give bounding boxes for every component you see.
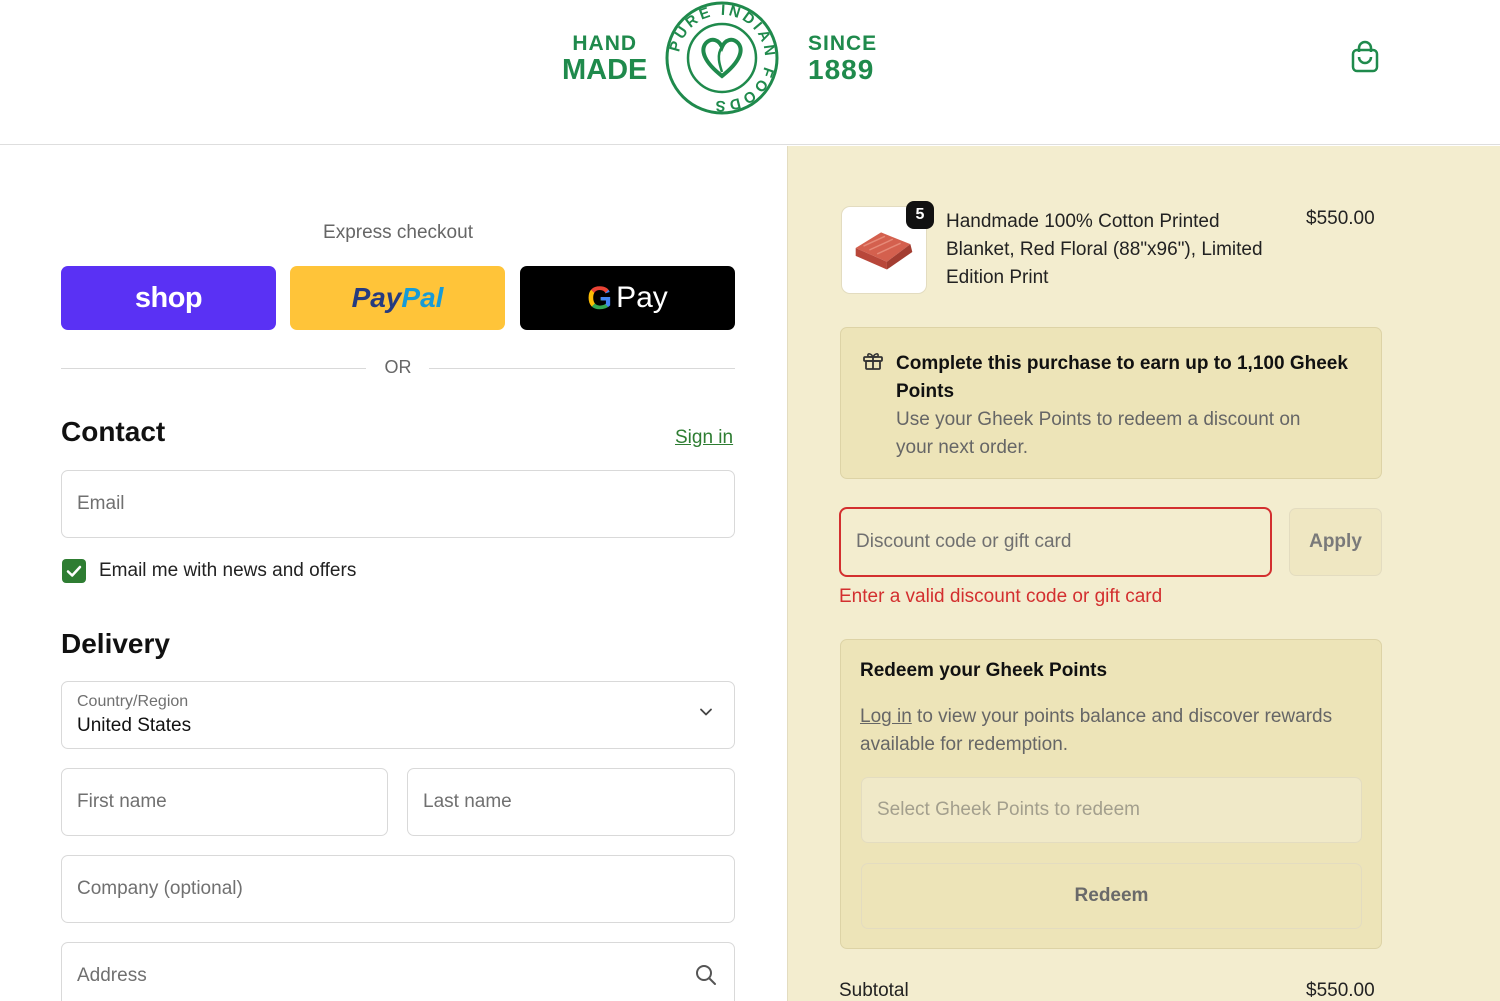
redeem-points-panel: Redeem your Gheek Points Log in to view … <box>840 639 1382 949</box>
quantity-badge: 5 <box>906 201 934 229</box>
email-placeholder: Email <box>77 493 125 514</box>
points-earn-banner: Complete this purchase to earn up to 1,1… <box>840 327 1382 479</box>
gift-icon <box>863 353 883 370</box>
search-icon <box>696 965 716 985</box>
product-price: $550.00 <box>1306 208 1375 229</box>
first-name-placeholder: First name <box>77 791 167 812</box>
last-name-field[interactable]: Last name <box>407 768 735 836</box>
address-field[interactable]: Address <box>61 942 735 1001</box>
redeem-points-select[interactable]: Select Gheek Points to redeem <box>861 777 1362 843</box>
paypal-label-a: Pay <box>351 282 402 313</box>
chevron-down-icon <box>700 708 712 716</box>
delivery-title: Delivery <box>61 628 170 659</box>
site-header: HAND MADE PURE INDIAN FOODS SINCE 1889 <box>0 0 1500 145</box>
logo-seal-icon[interactable]: PURE INDIAN FOODS <box>664 0 780 116</box>
last-name-placeholder: Last name <box>423 791 512 812</box>
points-earn-subtitle: Use your Gheek Points to redeem a discou… <box>896 409 1301 458</box>
redeem-button[interactable]: Redeem <box>861 863 1362 929</box>
points-earn-title: Complete this purchase to earn up to 1,1… <box>896 353 1348 402</box>
express-checkout-label: Express checkout <box>323 222 473 243</box>
discount-error-message: Enter a valid discount code or gift card <box>839 586 1163 607</box>
newsletter-label: Email me with news and offers <box>99 560 357 581</box>
redeem-title: Redeem your Gheek Points <box>860 660 1108 681</box>
first-name-field[interactable]: First name <box>61 768 388 836</box>
redeem-description: Log in to view your points balance and d… <box>860 703 1370 759</box>
shop-pay-button[interactable]: shop <box>61 266 276 330</box>
address-placeholder: Address <box>77 965 147 986</box>
google-pay-button[interactable]: G Pay <box>520 266 735 330</box>
discount-code-input[interactable]: Discount code or gift card <box>839 507 1272 577</box>
company-placeholder: Company (optional) <box>77 878 243 899</box>
country-select[interactable]: Country/Region United States <box>61 681 735 749</box>
paypal-label-b: Pal <box>401 282 444 313</box>
or-divider: OR <box>61 356 735 380</box>
company-field[interactable]: Company (optional) <box>61 855 735 923</box>
product-name: Handmade 100% Cotton Printed Blanket, Re… <box>946 211 1263 288</box>
email-field[interactable]: Email <box>61 470 735 538</box>
shopping-bag-icon[interactable] <box>1350 40 1380 74</box>
logo-handmade: HAND MADE <box>562 33 647 85</box>
apply-discount-button[interactable]: Apply <box>1289 508 1382 576</box>
redeem-select-placeholder: Select Gheek Points to redeem <box>877 799 1140 820</box>
logo-left-line2: MADE <box>562 54 648 86</box>
checkmark-icon <box>66 565 82 577</box>
log-in-link[interactable]: Log in <box>860 706 912 727</box>
subtotal-value: $550.00 <box>1306 980 1375 1001</box>
logo-since: SINCE 1889 <box>808 33 877 84</box>
google-g-icon: G <box>587 279 613 316</box>
logo-left-line1: HAND <box>572 32 638 55</box>
shop-pay-label: shop <box>134 281 203 314</box>
newsletter-checkbox[interactable] <box>62 559 86 583</box>
logo-right-line2: 1889 <box>808 54 875 85</box>
country-label: Country/Region <box>77 693 189 710</box>
order-summary-column: 5 Handmade 100% Cotton Printed Blanket, … <box>787 146 1500 1001</box>
country-value: United States <box>77 715 192 736</box>
subtotal-label: Subtotal <box>839 980 909 1001</box>
contact-title: Contact <box>61 416 166 447</box>
google-pay-label: Pay <box>616 281 668 314</box>
logo-right-line1: SINCE <box>808 32 878 55</box>
sign-in-link[interactable]: Sign in <box>675 427 733 449</box>
redeem-description-text: to view your points balance and discover… <box>860 706 1333 755</box>
discount-placeholder: Discount code or gift card <box>856 531 1072 552</box>
paypal-button[interactable]: Pay Pal <box>290 266 505 330</box>
checkout-form-column: Express checkout shop Pay Pal G Pay OR Co… <box>0 146 787 1001</box>
or-line-right <box>429 368 735 369</box>
